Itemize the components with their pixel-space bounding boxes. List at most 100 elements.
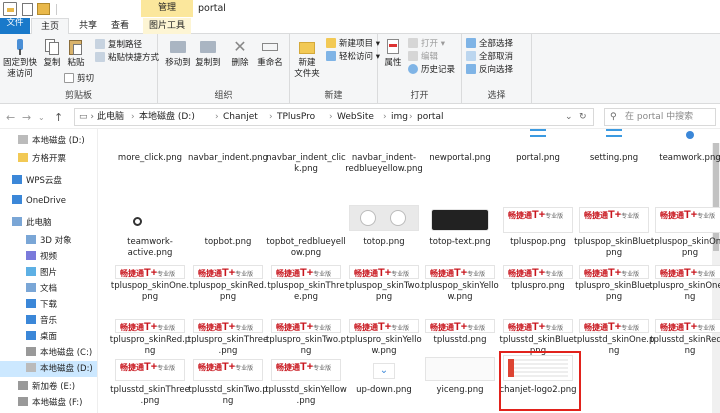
new-group: 新建 文件夹 新建项目 ▾ 轻松访问 ▾ 新建 (290, 34, 380, 104)
easy-access-icon (326, 51, 336, 61)
nav-volume-e[interactable]: 新加卷 (E:) (0, 379, 97, 395)
tab-file[interactable]: 文件 (0, 18, 30, 34)
history-label: 历史记录 (421, 65, 456, 75)
open-group-label: 打开 (410, 91, 429, 101)
search-input[interactable]: ⚲ 在 portal 中搜索 (604, 108, 716, 126)
pin-label: 固定到快 速访问 (2, 58, 37, 79)
new-item-button[interactable]: 新建项目 ▾ (326, 38, 380, 50)
crumb-chanjet[interactable]: Chanjet (223, 109, 258, 126)
easy-access-button[interactable]: 轻松访问 ▾ (326, 51, 380, 63)
copy-to-button[interactable]: 复制到 (194, 38, 222, 69)
file-item[interactable]: 畅捷通T+专业版 tplusstd_skinTwo.png (187, 129, 269, 413)
forward-arrow-icon[interactable]: → (22, 111, 31, 124)
file-item[interactable]: yiceng.png (419, 129, 501, 413)
file-item[interactable]: 畅捷通T+专业版 tplusstd_skinOne.png (573, 129, 655, 413)
crumb-portal[interactable]: portal (417, 109, 443, 126)
nav-desktop[interactable]: 桌面 (0, 329, 97, 345)
tplus-logo-thumbnail: 畅捷通T+专业版 (579, 319, 649, 333)
nav-this-pc[interactable]: 此电脑 (0, 215, 97, 231)
paste-button[interactable]: 粘贴 (64, 38, 88, 69)
navigation-pane: 本地磁盘 (D:) 方格开票 WPS云盘 OneDrive 此电脑 3D 对象 视频 图片文档… (0, 129, 98, 413)
nav-3d-objects[interactable]: 3D 对象 (0, 233, 97, 249)
nav-drive-c[interactable]: 本地磁盘 (C:) (0, 345, 97, 361)
new-folder-icon (298, 38, 316, 56)
properties-quick-icon[interactable] (3, 2, 17, 16)
tplus-logo: 畅捷通T+专业版 (580, 320, 648, 334)
new-folder-button[interactable]: 新建 文件夹 (292, 38, 322, 80)
file-item[interactable]: 畅捷通T+专业版tplusstd_skinRed.png (649, 129, 720, 413)
recent-chevron-icon[interactable]: ⌄ (38, 113, 45, 122)
nav-music[interactable]: 音乐 (0, 313, 97, 329)
tplus-logo-thumbnail: 畅捷通T+专业版 (193, 359, 263, 381)
pin-icon (11, 38, 29, 56)
nav-drive-d-2[interactable]: 本地磁盘 (D:) (0, 361, 97, 377)
select-none-button[interactable]: 全部取消 (466, 51, 513, 63)
nav-label: 桌面 (40, 332, 58, 342)
paste-shortcut-button[interactable]: 粘贴快捷方式 (95, 52, 159, 64)
select-all-button[interactable]: 全部选择 (466, 38, 513, 50)
crumb-website[interactable]: WebSite (337, 109, 374, 126)
nav-downloads[interactable]: 下载 (0, 297, 97, 313)
tplus-logo-thumbnail: 畅捷通T+专业版 (271, 359, 341, 381)
address-dropdown-icon[interactable]: ⌄ (565, 109, 573, 126)
copy-button[interactable]: 复制 (40, 38, 64, 69)
open-button[interactable]: 打开 ▾ (408, 38, 445, 50)
edit-icon (408, 51, 418, 61)
history-button[interactable]: 历史记录 (408, 64, 455, 76)
copy-path-button[interactable]: 复制路径 (95, 39, 142, 51)
tab-picture-tools[interactable]: 图片工具 (143, 18, 191, 34)
tab-home[interactable]: 主页 (31, 18, 69, 34)
edit-label: 编辑 (421, 52, 439, 62)
nav-documents[interactable]: 文档 (0, 281, 97, 297)
crumb-img[interactable]: img (391, 109, 408, 126)
music-icon (26, 315, 36, 324)
invert-selection-button[interactable]: 反向选择 (466, 64, 513, 76)
refresh-icon[interactable]: ↻ (579, 109, 587, 126)
up-arrow-icon[interactable]: ↑ (54, 111, 63, 124)
search-icon: ⚲ (610, 112, 617, 122)
nav-pictures[interactable]: 图片 (0, 265, 97, 281)
file-item[interactable]: 畅捷通T+专业版 tplusstd_skinYellow.png (265, 129, 347, 413)
nav-drive-d[interactable]: 本地磁盘 (D:) (0, 133, 97, 149)
properties-button[interactable]: 属性 (380, 38, 406, 69)
move-to-label: 移动到 (165, 58, 191, 68)
edit-button[interactable]: 编辑 (408, 51, 438, 63)
back-arrow-icon[interactable]: ← (6, 111, 15, 124)
volume-e-icon (18, 381, 28, 390)
logo-tplus: T+ (608, 321, 622, 333)
address-box[interactable]: ▭ › 此电脑 › 本地磁盘 (D:) › Chanjet › TPlusPro… (74, 108, 594, 126)
file-item[interactable]: ⌄ up-down.png (343, 129, 425, 413)
nav-videos[interactable]: 视频 (0, 249, 97, 265)
nav-drive-f[interactable]: 本地磁盘 (F:) (0, 395, 97, 411)
file-item[interactable]: 畅捷通T+专业版 tplusstd_skinThree.png (109, 129, 191, 413)
nav-label: WPS云盘 (26, 176, 62, 186)
rename-button[interactable]: 重命名 (254, 38, 286, 69)
nav-fangge[interactable]: 方格开票 (0, 151, 97, 167)
nav-label: OneDrive (26, 196, 66, 206)
tab-view[interactable]: 查看 (105, 18, 135, 34)
tplus-logo-thumbnail: 畅捷通T+专业版 (655, 319, 720, 333)
tab-share[interactable]: 共享 (73, 18, 103, 34)
select-group-label: 选择 (487, 91, 506, 101)
up-down-thumbnail: ⌄ (373, 363, 395, 379)
nav-wps-cloud[interactable]: WPS云盘 (0, 173, 97, 189)
new-doc-quick-icon[interactable] (22, 3, 33, 16)
pin-quick-access-button[interactable]: 固定到快 速访问 (2, 38, 38, 80)
move-to-button[interactable]: 移动到 (164, 38, 192, 69)
cut-button[interactable]: 剪切 (64, 73, 94, 85)
tplus-logo-thumbnail: 畅捷通T+专业版 (115, 359, 185, 381)
properties-label: 属性 (384, 58, 402, 68)
nav-label: 文档 (40, 284, 58, 294)
folder-quick-icon[interactable] (37, 3, 50, 15)
manage-context-tab[interactable]: 管理 (141, 0, 193, 17)
invert-label: 反向选择 (479, 65, 514, 75)
nav-onedrive[interactable]: OneDrive (0, 193, 97, 209)
wps-cloud-icon (12, 175, 22, 184)
open-group: 属性 打开 ▾ 编辑 历史记录 打开 (378, 34, 462, 104)
chevron-down-icon: ⌄ (379, 365, 389, 376)
crumb-drive-d[interactable]: 本地磁盘 (D:) (139, 109, 195, 126)
crumb-pc[interactable]: 此电脑 (97, 109, 124, 126)
delete-button[interactable]: ✕ 删除 (228, 38, 252, 69)
invert-icon (466, 64, 476, 74)
crumb-tpluspro[interactable]: TPlusPro (277, 109, 315, 126)
